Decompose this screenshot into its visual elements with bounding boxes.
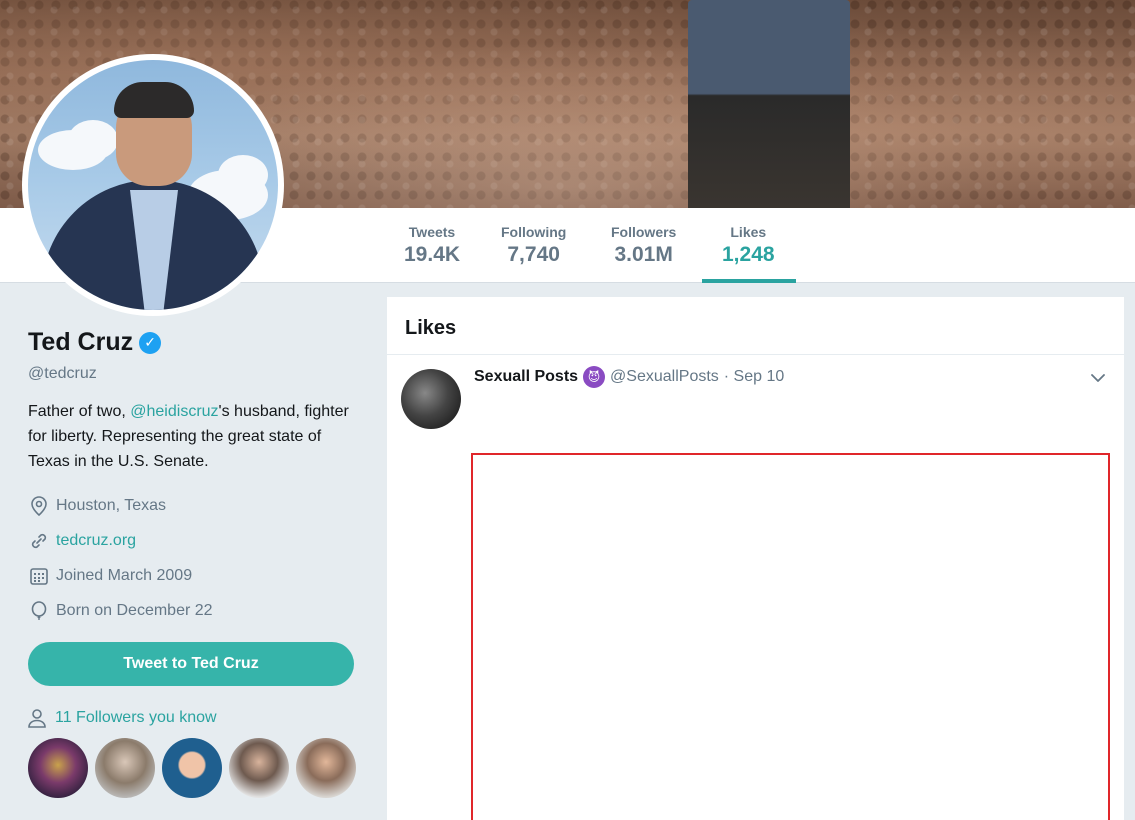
devil-emoji-icon: 😈 xyxy=(583,366,606,388)
person-icon xyxy=(28,708,50,728)
tab-likes-count: 1,248 xyxy=(722,243,775,266)
bio-text-start: Father of two, xyxy=(28,403,131,420)
followers-you-know-text: 11 Followers you know xyxy=(55,709,217,726)
profile-name[interactable]: Ted Cruz xyxy=(28,328,133,357)
chevron-down-icon[interactable] xyxy=(1089,369,1109,389)
follower-avatar[interactable] xyxy=(296,738,356,798)
tweet-author-avatar[interactable] xyxy=(401,369,461,429)
avatar-photo xyxy=(28,60,278,310)
website-row: tedcruz.org xyxy=(28,523,358,558)
profile-handle[interactable]: @tedcruz xyxy=(28,365,358,383)
profile-avatar[interactable] xyxy=(22,54,284,316)
location-pin-icon xyxy=(28,495,50,517)
joined-row: Joined March 2009 xyxy=(28,558,358,593)
tweet-author-name[interactable]: Sexuall Posts xyxy=(474,368,578,386)
follower-avatar[interactable] xyxy=(229,738,289,798)
profile-sidebar: Ted Cruz ✓ @tedcruz Father of two, @heid… xyxy=(28,328,358,798)
balloon-icon xyxy=(28,600,50,622)
tab-followers[interactable]: Followers 3.01M xyxy=(611,224,676,267)
tab-following-label: Following xyxy=(501,224,567,240)
profile-bio: Father of two, @heidiscruz's husband, fi… xyxy=(28,399,358,474)
tab-followers-count: 3.01M xyxy=(614,243,673,266)
location-row: Houston, Texas xyxy=(28,488,358,523)
tweet-date[interactable]: · Sep 10 xyxy=(724,368,784,386)
verified-badge-icon: ✓ xyxy=(139,331,162,354)
tab-tweets[interactable]: Tweets 19.4K xyxy=(404,224,460,267)
bio-mention-link[interactable]: @heidiscruz xyxy=(130,403,218,420)
website-link[interactable]: tedcruz.org xyxy=(56,532,136,550)
tweet-author-handle[interactable]: @SexuallPosts xyxy=(610,368,719,386)
tab-tweets-count: 19.4K xyxy=(404,243,461,266)
followers-you-know-avatars xyxy=(28,738,358,798)
tab-tweets-label: Tweets xyxy=(408,224,456,240)
profile-name-row: Ted Cruz ✓ xyxy=(28,328,358,357)
calendar-icon xyxy=(28,565,50,587)
likes-timeline: Likes Sexuall Posts 😈 @SexuallPosts · Se… xyxy=(387,297,1124,820)
tweet-media-redacted[interactable] xyxy=(471,453,1110,820)
tweet[interactable]: Sexuall Posts 😈 @SexuallPosts · Sep 10 6… xyxy=(387,355,1124,820)
birthday-text: Born on December 22 xyxy=(56,601,213,619)
location-text: Houston, Texas xyxy=(56,496,166,514)
followers-you-know-link[interactable]: 11 Followers you know xyxy=(28,708,358,728)
timeline-title: Likes xyxy=(387,297,1124,355)
joined-text: Joined March 2009 xyxy=(56,566,193,584)
tweet-header: Sexuall Posts 😈 @SexuallPosts · Sep 10 xyxy=(474,366,784,388)
tab-following-count: 7,740 xyxy=(507,243,560,266)
tab-likes-label: Likes xyxy=(730,224,767,240)
follower-avatar[interactable] xyxy=(95,738,155,798)
follower-avatar[interactable] xyxy=(28,738,88,798)
profile-meta: Houston, Texas tedcruz.org Joined March … xyxy=(28,488,358,628)
active-tab-indicator xyxy=(702,279,796,283)
link-icon xyxy=(28,530,50,552)
birthday-row: Born on December 22 xyxy=(28,593,358,628)
tweet-to-button[interactable]: Tweet to Ted Cruz xyxy=(28,642,354,686)
banner-speaker xyxy=(688,0,850,208)
tab-following[interactable]: Following 7,740 xyxy=(501,224,566,267)
follower-avatar[interactable] xyxy=(162,738,222,798)
tab-followers-label: Followers xyxy=(611,224,677,240)
tab-likes[interactable]: Likes 1,248 xyxy=(722,224,775,267)
